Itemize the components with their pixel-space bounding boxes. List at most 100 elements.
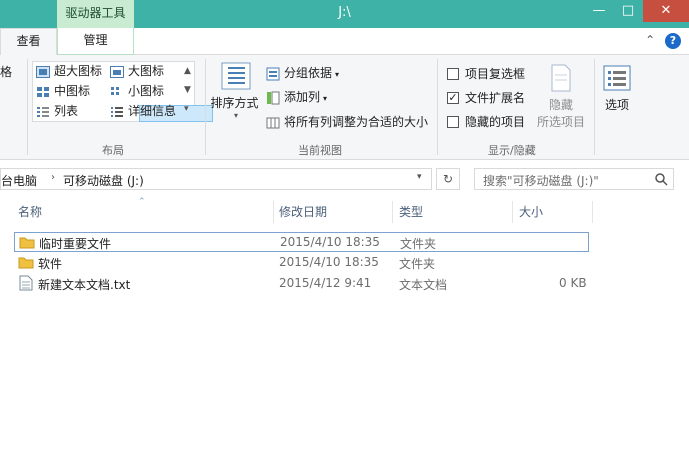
column-header-type[interactable]: 类型 bbox=[399, 199, 423, 225]
column-header-name[interactable]: 名称 bbox=[18, 199, 42, 225]
file-row[interactable]: 软件 2015/4/10 18:35 文件夹 bbox=[14, 253, 589, 273]
list-icon bbox=[37, 106, 49, 117]
breadcrumb-item[interactable]: 台电脑 bbox=[1, 172, 37, 189]
options-icon bbox=[603, 65, 631, 91]
file-date: 2015/4/10 18:35 bbox=[280, 235, 380, 249]
dropdown-arrow-icon: ▾ bbox=[233, 111, 238, 120]
file-extensions-toggle[interactable]: ✓ 文件扩展名 bbox=[447, 89, 525, 106]
divider bbox=[512, 201, 513, 223]
search-input[interactable]: 搜索"可移动磁盘 (J:)" bbox=[474, 168, 674, 190]
close-button[interactable]: ✕ bbox=[643, 0, 689, 22]
breadcrumb-item[interactable]: 可移动磁盘 (J:) bbox=[63, 172, 144, 189]
layout-extra-large-icons[interactable]: 超大图标 bbox=[36, 62, 102, 79]
hide-selected-button[interactable]: 隐藏 所选项目 bbox=[533, 63, 589, 130]
file-name: 临时重要文件 bbox=[39, 237, 112, 251]
large-icons-icon bbox=[36, 65, 50, 78]
file-row[interactable]: 新建文本文档.txt 2015/4/12 9:41 文本文档 0 KB bbox=[14, 274, 589, 294]
divider bbox=[592, 201, 593, 223]
search-icon bbox=[655, 173, 668, 186]
file-name: 新建文本文档.txt bbox=[38, 278, 131, 292]
layout-small-icons[interactable]: 小图标 bbox=[110, 82, 164, 99]
column-header-row: ⌃ 名称 修改日期 类型 大小 bbox=[0, 197, 689, 225]
ribbon-tab-row: 查看 管理 bbox=[0, 28, 689, 56]
sort-by-icon bbox=[221, 62, 251, 90]
label: 大图标 bbox=[128, 64, 165, 78]
sort-by-button[interactable]: 排序方式 ▾ bbox=[210, 61, 261, 120]
title-bar: J:\ 驱动器工具 — □ ✕ bbox=[0, 0, 689, 28]
collapse-ribbon-icon[interactable]: ⌃ bbox=[645, 33, 655, 47]
options-button[interactable]: 选项 bbox=[600, 63, 634, 113]
folder-icon bbox=[19, 237, 35, 249]
layout-scroll-buttons[interactable]: ▲ ▼ ▾ bbox=[184, 62, 191, 119]
file-date: 2015/4/10 18:35 bbox=[279, 255, 379, 269]
divider bbox=[392, 201, 393, 223]
divider bbox=[205, 59, 206, 155]
label: 添加列 bbox=[284, 90, 321, 104]
divider bbox=[594, 59, 595, 155]
label: 小图标 bbox=[128, 84, 165, 98]
search-placeholder: 搜索"可移动磁盘 (J:)" bbox=[483, 174, 599, 188]
large-icons-icon bbox=[110, 65, 124, 78]
label: 排序方式 bbox=[210, 96, 259, 110]
details-icon bbox=[111, 106, 123, 117]
hidden-items-toggle[interactable]: 隐藏的项目 bbox=[447, 113, 525, 130]
show-hide-group-label: 显示/隐藏 bbox=[488, 144, 536, 157]
add-column-button[interactable]: 添加列 ▾ bbox=[266, 88, 327, 105]
label: 项目复选框 bbox=[465, 67, 526, 81]
label: 将所有列调整为合适的大小 bbox=[284, 115, 429, 129]
checkbox[interactable] bbox=[447, 67, 459, 80]
layout-list[interactable]: 列表 bbox=[36, 102, 78, 119]
sort-ascending-icon: ⌃ bbox=[138, 197, 146, 207]
hide-selected-icon bbox=[551, 64, 571, 92]
dropdown-arrow-icon: ▾ bbox=[323, 94, 328, 103]
label: 超大图标 bbox=[54, 64, 103, 78]
file-type: 文本文档 bbox=[399, 278, 448, 292]
label: 文件扩展名 bbox=[465, 91, 526, 105]
divider bbox=[273, 201, 274, 223]
drive-tools-context-label: 驱动器工具 bbox=[57, 0, 134, 28]
label: 选项 bbox=[604, 98, 629, 112]
divider bbox=[437, 59, 438, 155]
file-type: 文件夹 bbox=[399, 257, 436, 271]
item-checkboxes-toggle[interactable]: 项目复选框 bbox=[447, 65, 525, 82]
group-by-button[interactable]: 分组依据 ▾ bbox=[266, 64, 339, 81]
file-type: 文件夹 bbox=[400, 237, 437, 251]
tab-view[interactable]: 查看 bbox=[0, 28, 57, 56]
checkbox-checked[interactable]: ✓ bbox=[447, 91, 459, 104]
label: 分组依据 bbox=[284, 66, 333, 80]
layout-details[interactable]: 详细信息 bbox=[110, 102, 176, 119]
divider bbox=[27, 59, 28, 155]
group-by-icon bbox=[266, 67, 280, 80]
layout-large-icons[interactable]: 大图标 bbox=[110, 62, 164, 79]
file-size: 0 KB bbox=[559, 276, 587, 290]
fit-columns-icon bbox=[266, 117, 280, 128]
text-file-icon bbox=[19, 275, 33, 291]
fit-columns-button[interactable]: 将所有列调整为合适的大小 bbox=[266, 113, 428, 130]
refresh-button[interactable]: ↻ bbox=[436, 168, 460, 190]
address-history-chevron-icon[interactable]: ▾ bbox=[417, 172, 422, 182]
help-icon[interactable]: ? bbox=[665, 33, 681, 49]
label: 隐藏的项目 bbox=[465, 115, 526, 129]
layout-medium-icons[interactable]: 中图标 bbox=[36, 82, 90, 99]
medium-icons-icon bbox=[37, 86, 49, 97]
file-row[interactable]: 临时重要文件 2015/4/10 18:35 文件夹 bbox=[14, 232, 589, 252]
pane-partial-label[interactable]: 格 bbox=[0, 63, 12, 80]
label: 隐藏 bbox=[548, 98, 573, 112]
file-date: 2015/4/12 9:41 bbox=[279, 276, 372, 290]
file-name: 软件 bbox=[38, 257, 63, 271]
label: 详细信息 bbox=[128, 104, 177, 118]
column-header-size[interactable]: 大小 bbox=[519, 199, 543, 225]
small-icons-icon bbox=[111, 86, 119, 95]
address-bar[interactable]: 台电脑 › 可移动磁盘 (J:) ▾ bbox=[0, 168, 432, 190]
ribbon-controls: ⌃ ? bbox=[639, 33, 681, 49]
maximize-button[interactable]: □ bbox=[613, 0, 643, 22]
checkbox[interactable] bbox=[447, 115, 459, 128]
tab-manage[interactable]: 管理 bbox=[57, 28, 134, 55]
label: 中图标 bbox=[54, 84, 91, 98]
layout-group-label: 布局 bbox=[102, 144, 124, 157]
ribbon: 格 超大图标 大图标 中图标 小图标 列表 详细信息 ▲ ▼ ▾ 布局 排序方式 ▾… bbox=[0, 55, 689, 160]
breadcrumb-chevron-icon[interactable]: › bbox=[51, 172, 55, 183]
minimize-button[interactable]: — bbox=[584, 0, 614, 22]
add-column-icon bbox=[267, 91, 280, 104]
column-header-date[interactable]: 修改日期 bbox=[279, 199, 327, 225]
